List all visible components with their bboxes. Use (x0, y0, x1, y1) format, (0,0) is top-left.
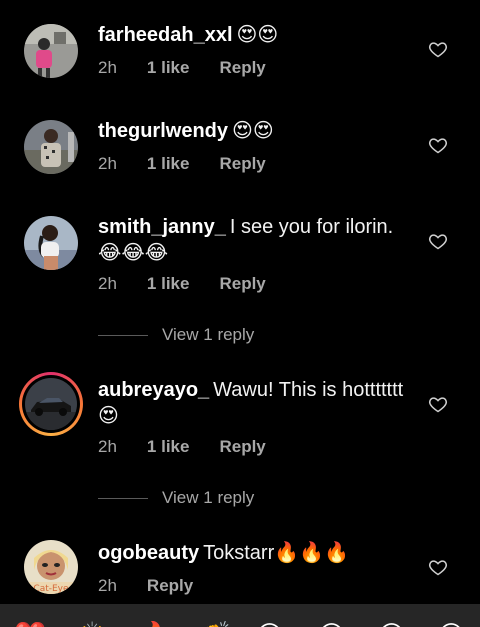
comment-meta: 2h 1 like Reply (98, 437, 296, 457)
emoji-reaction[interactable]: ❤️ (14, 620, 46, 627)
replies-divider (98, 498, 148, 500)
comment-meta: 2h Reply (98, 576, 223, 596)
view-replies-label: View 1 reply (162, 488, 255, 507)
reply-button[interactable]: Reply (219, 274, 265, 293)
reply-button[interactable]: Reply (219, 437, 265, 456)
emoji-reaction[interactable]: 😍 (318, 620, 345, 627)
avatar-ring-gap (22, 375, 80, 433)
comment-likes[interactable]: 1 like (147, 437, 190, 456)
comment-body: 😍😍 (232, 120, 274, 142)
comment-time: 2h (98, 274, 117, 293)
avatar[interactable]: Cat-Eye (24, 540, 78, 594)
comment-meta: 2h 1 like Reply (98, 274, 296, 294)
avatar (25, 378, 77, 430)
comment-time: 2h (98, 154, 117, 173)
comment-body: Tokstarr🔥🔥🔥 (203, 542, 349, 564)
view-replies-label: View 1 reply (162, 325, 255, 344)
comment-username[interactable]: aubreyayo_ (98, 379, 209, 401)
comment-text: aubreyayo_ Wawu! This is hottttttt😍 (98, 377, 408, 429)
comment-username[interactable]: smith_janny_ (98, 216, 226, 238)
emoji-reaction[interactable]: 😂 (436, 620, 466, 627)
emoji-reaction[interactable]: 👏 (200, 620, 232, 627)
comment-body: 😍😍 (236, 24, 279, 46)
comment-time: 2h (98, 437, 117, 456)
comment-username[interactable]: farheedah_xxl (98, 24, 233, 46)
comment-username[interactable]: ogobeauty (98, 542, 199, 564)
comment-meta: 2h 1 like Reply (98, 58, 296, 78)
comment-username[interactable]: thegurlwendy (98, 120, 228, 142)
comment-time: 2h (98, 576, 117, 595)
emoji-reaction[interactable]: 😮 (378, 620, 405, 627)
avatar[interactable] (24, 216, 78, 270)
avatar-story-ring[interactable] (19, 372, 83, 436)
comment-text: farheedah_xxl 😍😍 (98, 22, 408, 48)
emoji-reaction-bar: ❤️ 🙌 🔥 👏 😢 😍 😮 😂 (0, 604, 480, 627)
comment-likes[interactable]: 1 like (147, 58, 190, 77)
avatar[interactable] (24, 24, 78, 78)
emoji-reaction[interactable]: 🙌 (76, 620, 108, 627)
reply-button[interactable]: Reply (219, 58, 265, 77)
comment-text: thegurlwendy 😍😍 (98, 118, 408, 144)
reply-button[interactable]: Reply (147, 576, 193, 595)
comment-likes[interactable]: 1 like (147, 274, 190, 293)
like-heart-icon[interactable] (428, 231, 448, 251)
comment-text: smith_janny_ I see you for ilorin. 😂😂😂 (98, 214, 408, 266)
reply-button[interactable]: Reply (219, 154, 265, 173)
view-replies-button[interactable]: View 1 reply (98, 488, 254, 508)
comment-text: ogobeauty Tokstarr🔥🔥🔥 (98, 540, 408, 566)
like-heart-icon[interactable] (428, 39, 448, 59)
replies-divider (98, 335, 148, 337)
like-heart-icon[interactable] (428, 557, 448, 577)
like-heart-icon[interactable] (428, 135, 448, 155)
emoji-reaction[interactable]: 🔥 (138, 620, 170, 627)
comment-time: 2h (98, 58, 117, 77)
avatar-caption: Cat-Eye (33, 584, 69, 594)
comment-likes[interactable]: 1 like (147, 154, 190, 173)
view-replies-button[interactable]: View 1 reply (98, 325, 254, 345)
like-heart-icon[interactable] (428, 394, 448, 414)
avatar[interactable] (24, 120, 78, 174)
emoji-reaction[interactable]: 😢 (256, 620, 283, 627)
comment-meta: 2h 1 like Reply (98, 154, 296, 174)
